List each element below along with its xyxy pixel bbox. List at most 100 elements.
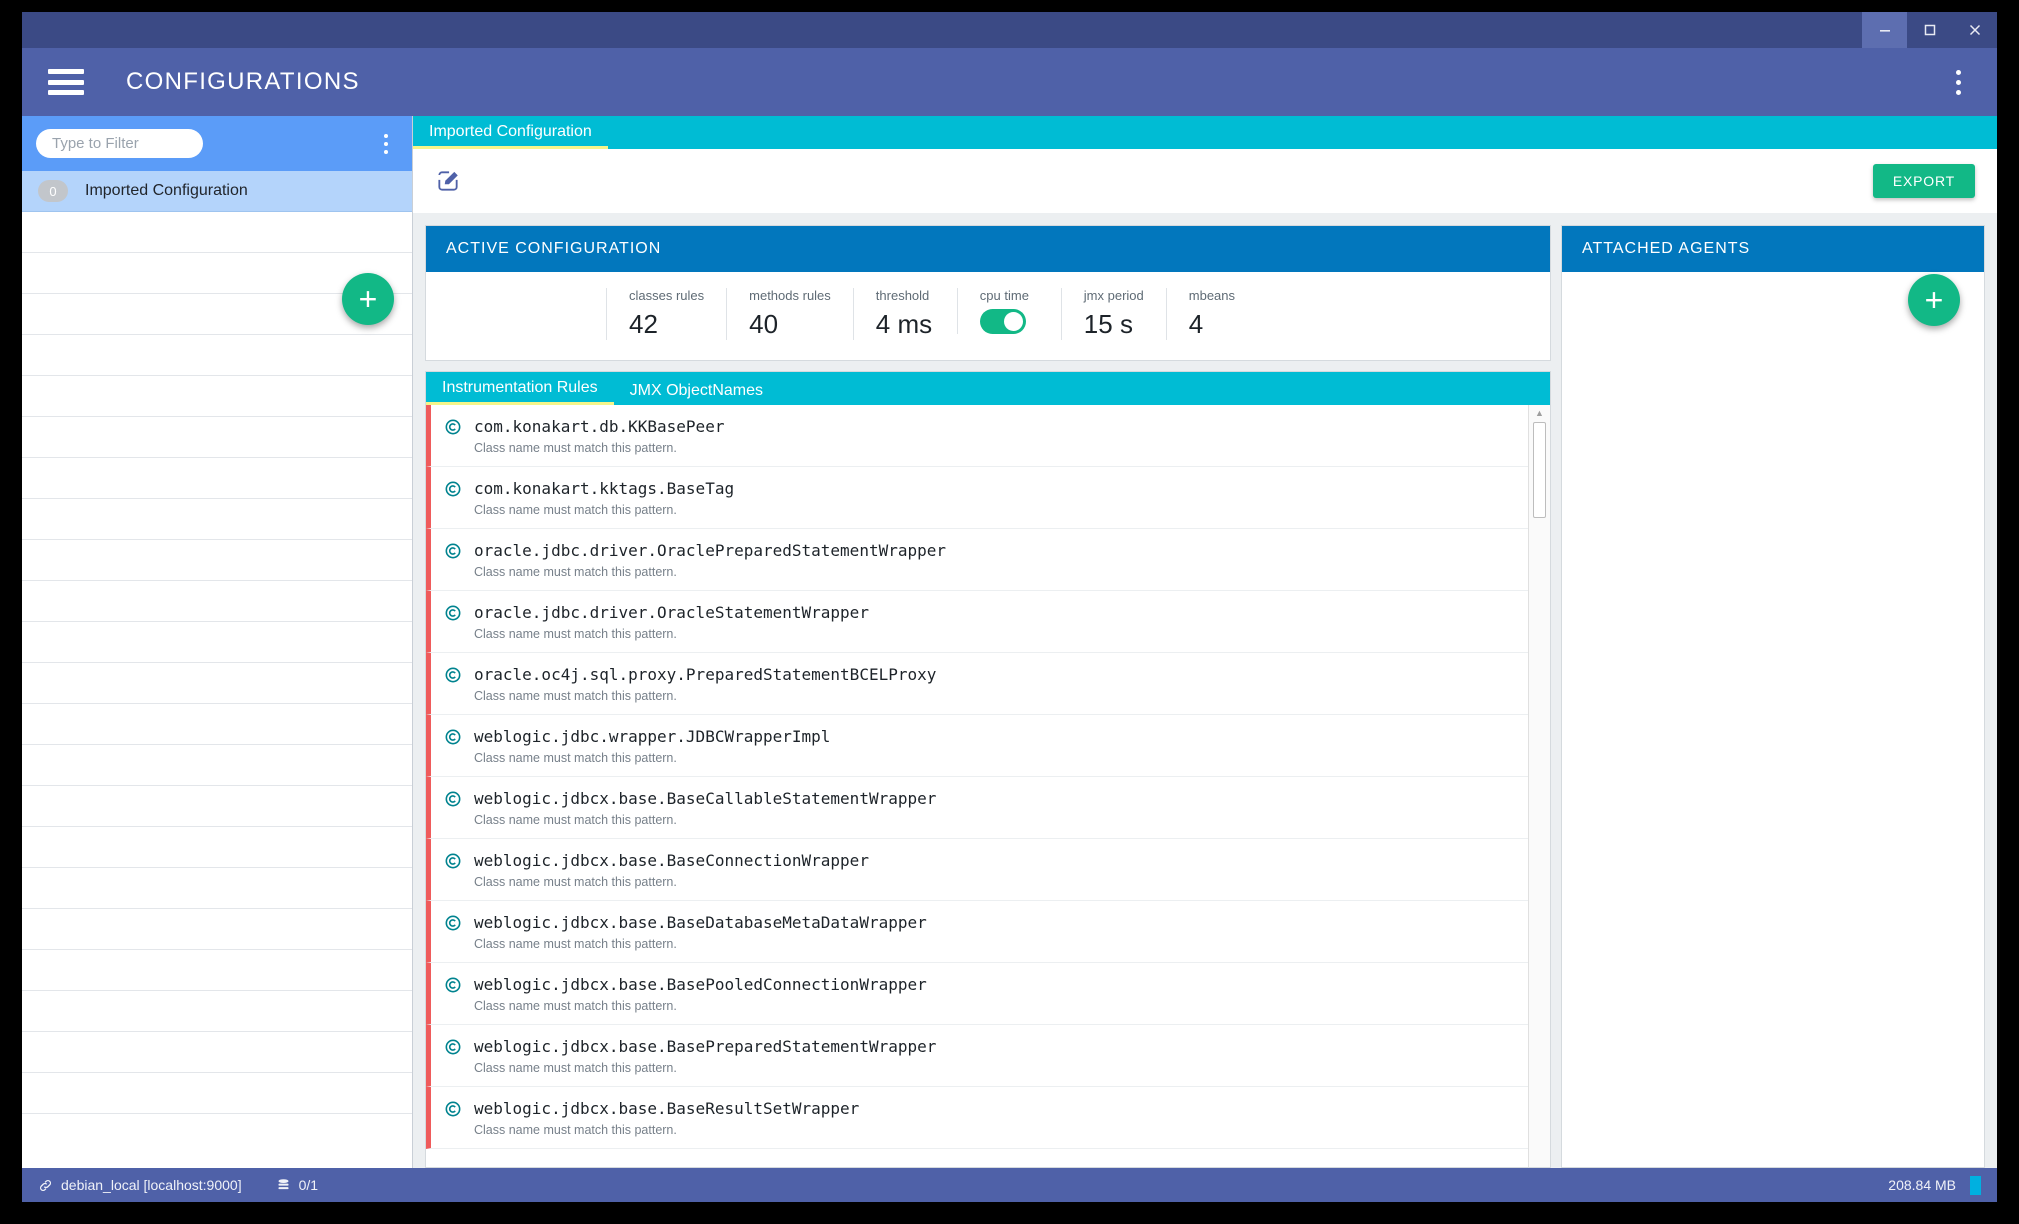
stat-methods-rules: methods rules 40	[726, 288, 853, 340]
filter-input[interactable]	[36, 129, 203, 158]
rule-row[interactable]: weblogic.jdbcx.base.BaseConnectionWrappe…	[426, 839, 1528, 901]
stat-mbeans: mbeans 4	[1165, 288, 1270, 340]
class-rule-icon	[445, 543, 461, 564]
rule-name: com.konakart.kktags.BaseTag	[474, 479, 735, 498]
class-rule-icon	[445, 481, 461, 497]
minimize-button[interactable]	[1862, 12, 1907, 48]
active-configuration-stats: classes rules 42 methods rules 40 threshold 4…	[426, 272, 1550, 360]
kebab-dot	[384, 149, 388, 154]
attached-agents-title: ATTACHED AGENTS	[1562, 226, 1984, 272]
kebab-dot	[1956, 89, 1961, 95]
stat-cpu-time: cpu time	[956, 288, 1061, 334]
rule-name: weblogic.jdbcx.base.BaseConnectionWrappe…	[474, 851, 869, 870]
kebab-dot	[384, 141, 388, 146]
rule-row[interactable]: weblogic.jdbcx.base.BasePooledConnection…	[426, 963, 1528, 1025]
memory-indicator[interactable]: 208.84 MB	[1888, 1175, 1981, 1195]
hamburger-menu-icon[interactable]	[48, 69, 84, 95]
rule-name: weblogic.jdbc.wrapper.JDBCWrapperImpl	[474, 727, 831, 746]
rule-row[interactable]: oracle.oc4j.sql.proxy.PreparedStatementB…	[426, 653, 1528, 715]
sidebar-empty-row	[22, 499, 412, 540]
rule-subtitle: Class name must match this pattern.	[474, 1123, 677, 1137]
cpu-time-toggle[interactable]	[979, 309, 1026, 334]
right-pane: ATTACHED AGENTS +	[1561, 225, 1985, 1168]
rule-subtitle: Class name must match this pattern.	[474, 627, 677, 641]
stat-value: 42	[629, 309, 658, 339]
connection-status[interactable]: debian_local [localhost:9000]	[38, 1177, 242, 1193]
active-configuration-card: ACTIVE CONFIGURATION classes rules 42 meth…	[425, 225, 1551, 361]
maximize-button[interactable]	[1907, 12, 1952, 48]
rule-subtitle: Class name must match this pattern.	[474, 503, 677, 517]
rule-row[interactable]: com.konakart.kktags.BaseTag Class name mu…	[426, 467, 1528, 529]
app-body: 0 Imported Configuration + Imported Confi…	[22, 116, 1997, 1168]
sidebar-empty-row	[22, 745, 412, 786]
sidebar-item[interactable]: 0 Imported Configuration	[22, 171, 412, 212]
rule-row[interactable]: weblogic.jdbcx.base.BaseResultSetWrapper…	[426, 1087, 1528, 1149]
export-button[interactable]: EXPORT	[1872, 164, 1975, 198]
database-icon	[278, 1178, 289, 1189]
class-rule-icon	[445, 667, 461, 683]
rules-scrollbar[interactable]: ▲	[1528, 405, 1550, 1167]
rule-row[interactable]: com.konakart.db.KKBasePeer Class name mus…	[426, 405, 1528, 467]
connection-label: debian_local [localhost:9000]	[61, 1177, 242, 1193]
sidebar-empty-row	[22, 212, 412, 253]
hamburger-bar	[48, 79, 84, 85]
kebab-dot	[1956, 79, 1961, 85]
minimize-icon	[1879, 30, 1890, 32]
stat-value: 4 ms	[875, 309, 933, 339]
sidebar-kebab-menu-icon[interactable]	[374, 130, 398, 158]
link-icon	[40, 1179, 51, 1191]
stat-label: classes rules	[629, 288, 705, 303]
rule-row[interactable]: weblogic.jdbc.wrapper.JDBCWrapperImpl Cla…	[426, 715, 1528, 777]
rule-row[interactable]: weblogic.jdbcx.base.BaseDatabaseMetaData…	[426, 901, 1528, 963]
sidebar-empty-row	[22, 335, 412, 376]
sidebar-empty-row	[22, 950, 412, 991]
rule-subtitle: Class name must match this pattern.	[474, 813, 677, 827]
hamburger-bar	[48, 90, 84, 95]
rule-text: weblogic.jdbcx.base.BaseDatabaseMetaData…	[474, 913, 927, 951]
close-icon	[1969, 24, 1980, 36]
kebab-menu-icon[interactable]	[1946, 64, 1971, 101]
rule-subtitle: Class name must match this pattern.	[474, 1061, 677, 1075]
tab-jmx-objectnames[interactable]: JMX ObjectNames	[614, 382, 779, 405]
stat-label: mbeans	[1188, 288, 1236, 303]
rules-list[interactable]: com.konakart.db.KKBasePeer Class name mus…	[426, 405, 1528, 1167]
rule-text: weblogic.jdbcx.base.BasePreparedStatemen…	[474, 1037, 936, 1075]
tab-imported-configuration[interactable]: Imported Configuration	[413, 123, 608, 149]
rule-name: oracle.jdbc.driver.OracleStatementWrappe…	[474, 603, 869, 622]
class-rule-icon	[445, 729, 461, 745]
rule-name: weblogic.jdbcx.base.BaseResultSetWrapper	[474, 1099, 860, 1118]
tab-instrumentation-rules[interactable]: Instrumentation Rules	[426, 379, 614, 405]
rule-text: weblogic.jdbcx.base.BaseConnectionWrappe…	[474, 851, 869, 889]
configuration-tab-strip: Imported Configuration	[413, 116, 1997, 149]
title-bar	[22, 12, 1997, 48]
add-configuration-button[interactable]: +	[342, 273, 394, 325]
sidebar-empty-row	[22, 704, 412, 745]
page-title: CONFIGURATIONS	[126, 68, 360, 95]
close-button[interactable]	[1952, 12, 1997, 48]
rule-row[interactable]: oracle.jdbc.driver.OracleStatementWrappe…	[426, 591, 1528, 653]
class-rule-icon	[445, 915, 461, 931]
kebab-dot	[1956, 69, 1961, 75]
class-rule-icon	[445, 853, 461, 869]
rules-body: com.konakart.db.KKBasePeer Class name mus…	[426, 405, 1550, 1167]
stat-classes-rules: classes rules 42	[606, 288, 726, 340]
scroll-up-icon[interactable]: ▲	[1535, 408, 1544, 418]
rule-name: oracle.oc4j.sql.proxy.PreparedStatementB…	[474, 665, 937, 684]
stat-value: 4	[1188, 309, 1204, 339]
class-rule-icon	[445, 667, 461, 688]
add-agent-button[interactable]: +	[1908, 274, 1960, 326]
database-status[interactable]: 0/1	[276, 1177, 318, 1193]
rule-row[interactable]: oracle.jdbc.driver.OraclePreparedStateme…	[426, 529, 1528, 591]
rule-name: oracle.jdbc.driver.OraclePreparedStateme…	[474, 541, 947, 560]
sidebar-empty-row	[22, 663, 412, 704]
edit-pencil-icon[interactable]	[435, 168, 461, 194]
scrollbar-thumb[interactable]	[1533, 422, 1546, 518]
sidebar-empty-row	[22, 1073, 412, 1114]
class-rule-icon	[445, 543, 461, 559]
rule-row[interactable]: weblogic.jdbcx.base.BaseCallableStatemen…	[426, 777, 1528, 839]
memory-bar	[1970, 1175, 1981, 1195]
rule-row[interactable]: weblogic.jdbcx.base.BasePreparedStatemen…	[426, 1025, 1528, 1087]
stat-label: jmx period	[1083, 288, 1144, 303]
rule-subtitle: Class name must match this pattern.	[474, 751, 677, 765]
stat-label: cpu time	[979, 288, 1029, 303]
